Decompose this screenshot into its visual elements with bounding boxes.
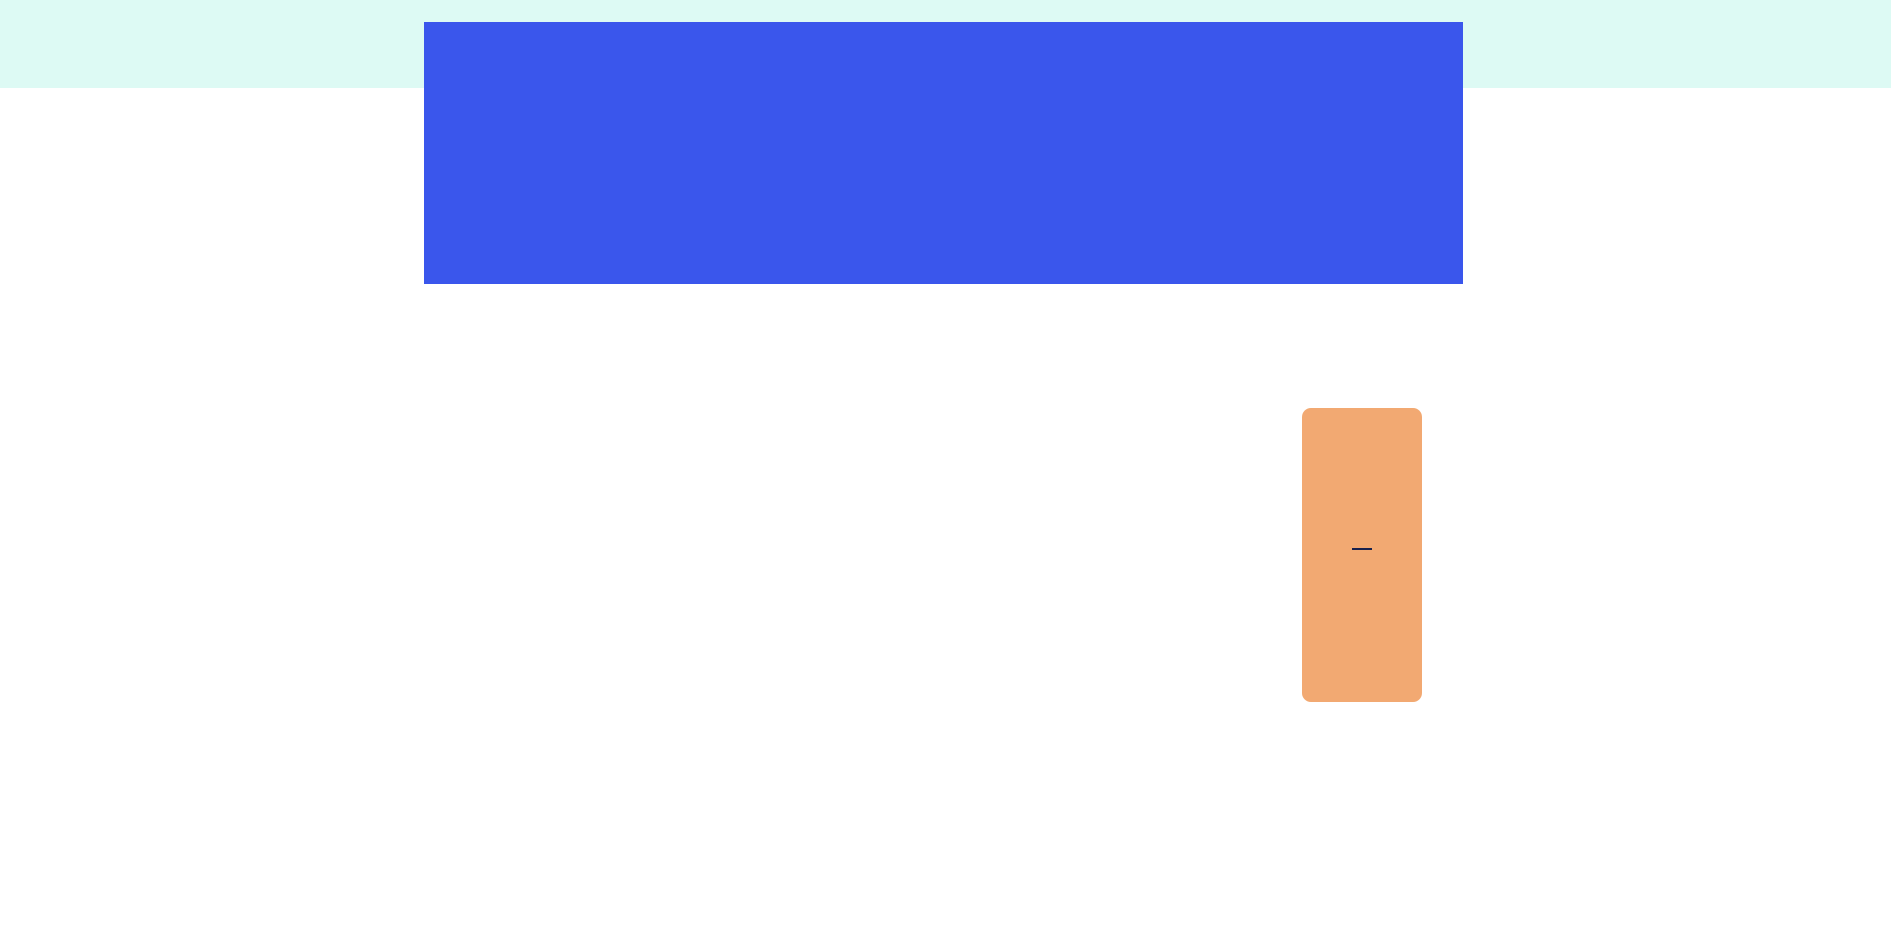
hover-card-divider — [1352, 548, 1372, 550]
hero-panel — [424, 22, 1463, 284]
person-hover-card[interactable] — [1302, 408, 1422, 702]
hover-card-avatar — [1316, 422, 1408, 514]
page-root — [0, 0, 1891, 925]
